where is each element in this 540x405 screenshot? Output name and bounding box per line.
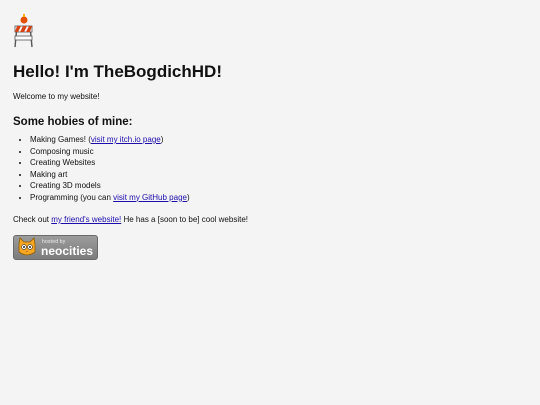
hobby-item-games: Making Games! (visit my itch.io page) bbox=[30, 134, 523, 146]
checkout-text: Check out my friend's website! He has a … bbox=[13, 215, 248, 224]
hobbies-list: Making Games! (visit my itch.io page) Co… bbox=[13, 134, 523, 203]
hobby-item-programming: Programming (you can visit my GitHub pag… bbox=[30, 192, 523, 204]
hobbies-heading: Some hobies of mine: bbox=[13, 116, 133, 128]
hobby-item-art: Making art bbox=[30, 169, 523, 181]
hobby-item-music: Composing music bbox=[30, 146, 523, 158]
hobby-item-websites: Creating Websites bbox=[30, 157, 523, 169]
neocities-badge[interactable]: hosted by neocities bbox=[13, 235, 98, 260]
page-title: Hello! I'm TheBogdichHD! bbox=[13, 62, 222, 81]
under-construction-icon bbox=[14, 14, 33, 48]
badge-neocities-name: neocities bbox=[41, 244, 94, 258]
welcome-text: Welcome to my website! bbox=[13, 92, 100, 101]
page-content: Hello! I'm TheBogdichHD! Welcome to my w… bbox=[13, 12, 523, 260]
friend-website-link[interactable]: my friend's website! bbox=[51, 215, 121, 224]
github-link[interactable]: visit my GitHub page bbox=[113, 193, 187, 202]
hobby-item-3d: Creating 3D models bbox=[30, 180, 523, 192]
neocities-cat-icon bbox=[18, 237, 36, 256]
itchio-link[interactable]: visit my itch.io page bbox=[91, 135, 161, 144]
